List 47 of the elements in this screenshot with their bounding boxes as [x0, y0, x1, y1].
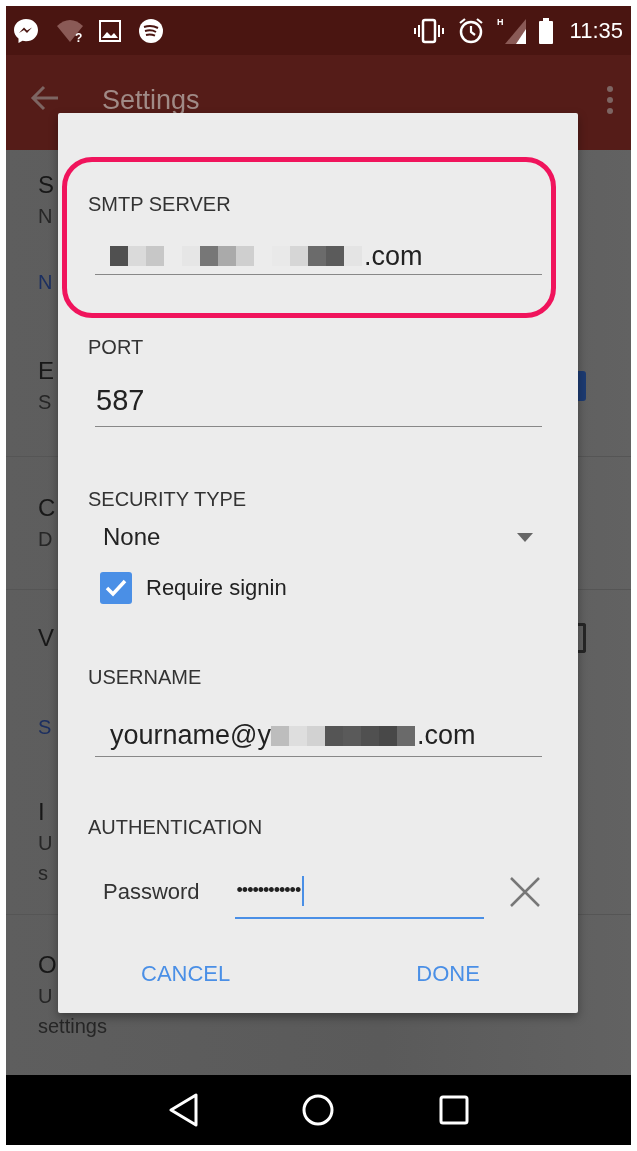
- square-icon[interactable]: [439, 1095, 470, 1125]
- dropdown-value[interactable]: None: [103, 523, 161, 551]
- setting-title: E: [38, 355, 54, 386]
- setting-summary: N: [38, 204, 53, 229]
- field-label: PORT: [88, 335, 144, 359]
- setting-summary: S: [38, 389, 52, 415]
- setting-summary: settings: [38, 1014, 107, 1039]
- vibrate-icon: [413, 17, 446, 44]
- back-triangle-icon[interactable]: [167, 1093, 198, 1127]
- input-field[interactable]: 587: [95, 375, 542, 427]
- setting-summary: s: [38, 861, 48, 886]
- input-field[interactable]: yourname@y .com: [95, 715, 542, 757]
- circle-lines-icon: [138, 17, 165, 44]
- home-circle-icon[interactable]: [301, 1093, 336, 1127]
- field-label: Password: [103, 878, 201, 905]
- setting-title: C: [38, 493, 56, 523]
- setting-summary: D: [38, 527, 53, 552]
- clear-icon[interactable]: [508, 874, 542, 909]
- checkbox[interactable]: [578, 370, 586, 401]
- wifi-icon: [56, 17, 84, 44]
- field-label: USERNAME: [88, 665, 202, 689]
- network-type-label: H: [497, 17, 504, 27]
- setting-title: O: [38, 950, 57, 980]
- section-header: N: [38, 271, 53, 294]
- setting-title: I: [38, 797, 45, 827]
- dropdown-caret-icon[interactable]: [517, 532, 533, 542]
- field-label: SMTP SERVER: [88, 192, 231, 216]
- field-label: SECURITY TYPE: [88, 487, 247, 511]
- section-header: S: [38, 716, 52, 739]
- setting-title: S: [38, 170, 54, 200]
- toolbar-title: Settings: [102, 85, 201, 115]
- checkbox[interactable]: [100, 572, 132, 604]
- setting-title: V: [38, 622, 54, 653]
- messenger-icon: [12, 16, 40, 45]
- battery-icon: [537, 16, 554, 45]
- back-arrow-icon[interactable]: [30, 85, 60, 111]
- question-mark-label: ?: [75, 31, 83, 44]
- image-icon: [98, 18, 123, 43]
- setting-summary: U: [38, 831, 53, 856]
- setting-summary: U: [38, 984, 53, 1009]
- signal-icon: [503, 17, 526, 44]
- checkbox-label: Require signin: [146, 575, 287, 601]
- more-options-icon[interactable]: [605, 85, 615, 115]
- input-field[interactable]: .com: [95, 238, 542, 275]
- clock-time: 11:35: [569, 17, 623, 44]
- password-field[interactable]: ••••••••••••: [234, 864, 484, 919]
- field-label: AUTHENTICATION: [88, 815, 263, 839]
